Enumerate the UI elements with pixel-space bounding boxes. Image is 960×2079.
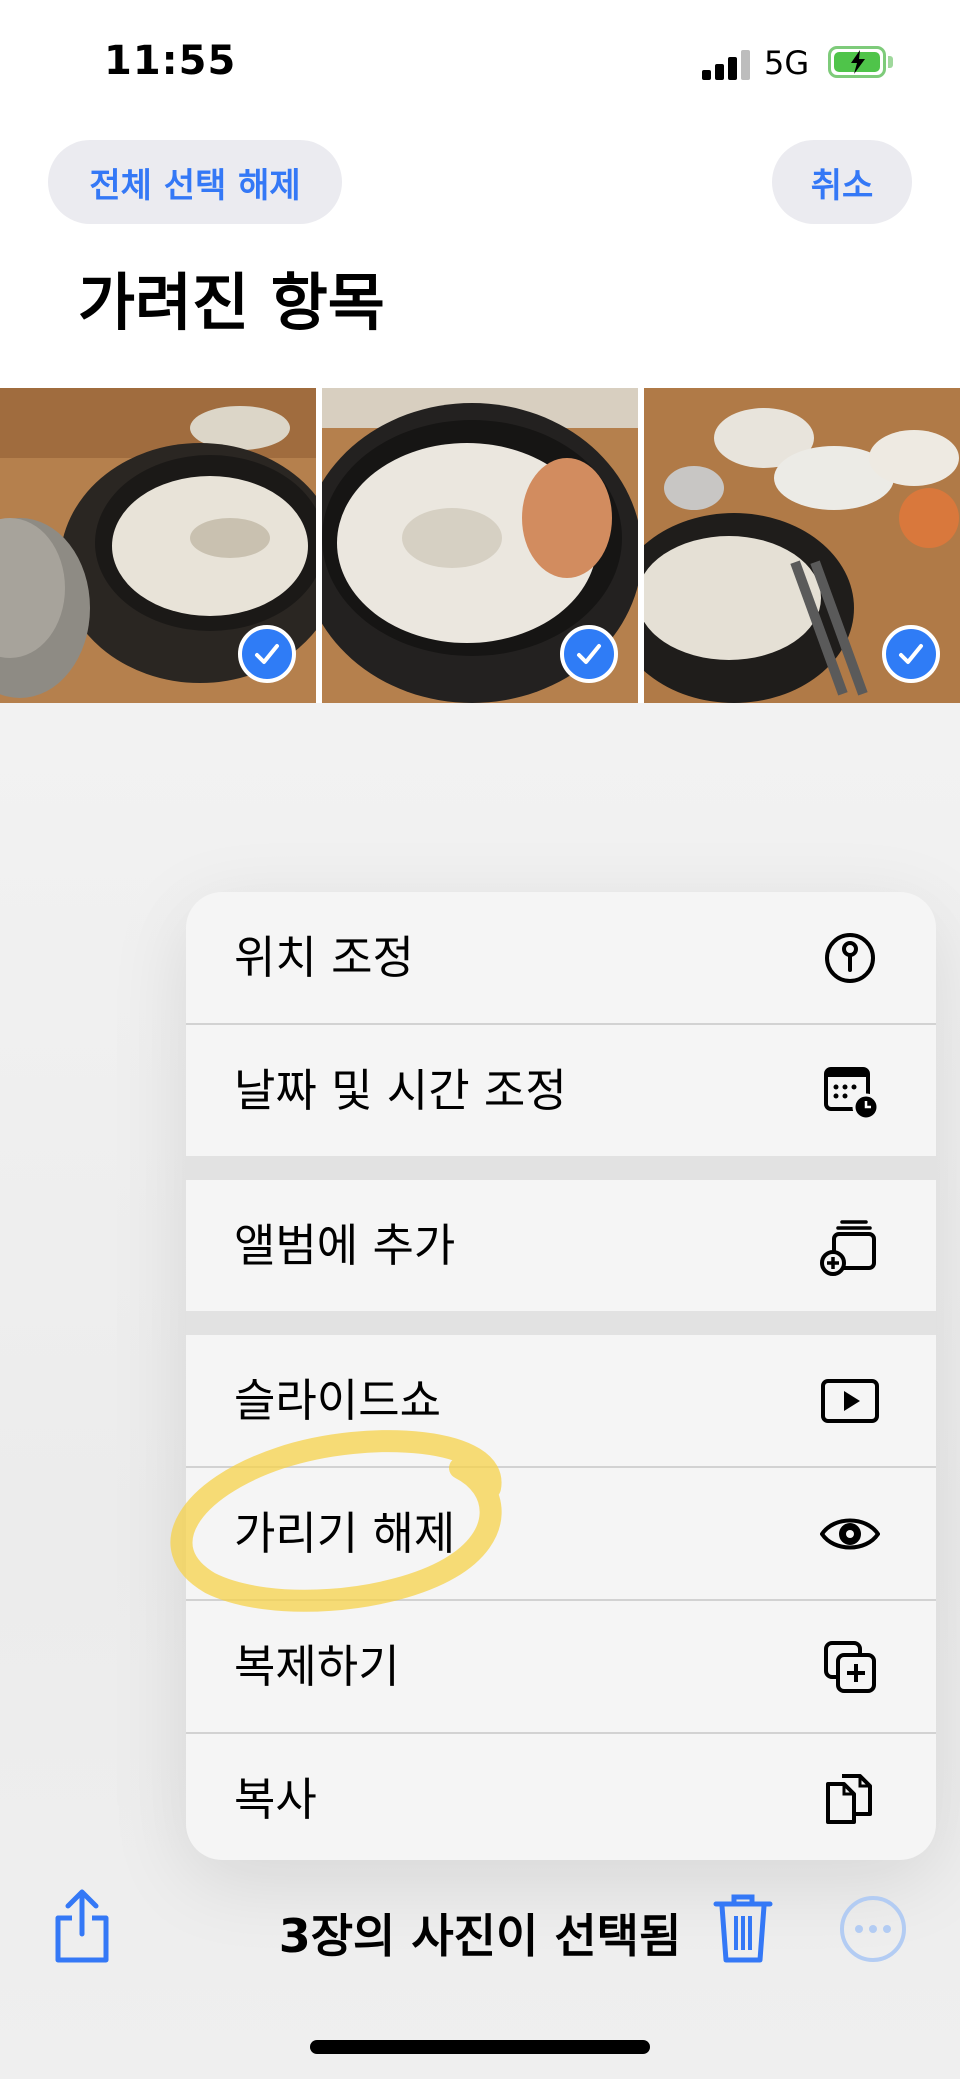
selection-count: 3장의 사진이 선택됨 bbox=[278, 1909, 682, 1963]
page-title: 가려진 항목 bbox=[78, 266, 385, 339]
network-type: 5G bbox=[764, 44, 810, 82]
battery-tip bbox=[888, 56, 893, 68]
duplicate-icon bbox=[824, 1641, 876, 1693]
play-icon bbox=[821, 1379, 879, 1423]
home-indicator bbox=[310, 2040, 650, 2054]
menu-item-label: 슬라이드쇼 bbox=[234, 1374, 442, 1427]
deselect-all-button[interactable]: 전체 선택 해제 bbox=[48, 140, 342, 224]
menu-item-adjust-date-time[interactable]: 날짜 및 시간 조정 bbox=[186, 1025, 936, 1156]
menu-item-label: 앨범에 추가 bbox=[234, 1219, 456, 1272]
location-pin-icon bbox=[825, 933, 875, 983]
calendar-clock-icon bbox=[824, 1067, 880, 1121]
menu-item-label: 복제하기 bbox=[234, 1640, 400, 1693]
context-menu: 위치 조정 날짜 및 시간 조정 앨범에 추가 슬라이드쇼 가리기 해제 복제하… bbox=[186, 892, 936, 1860]
menu-item-copy[interactable]: 복사 bbox=[186, 1734, 936, 1860]
status-time: 11:55 bbox=[104, 38, 237, 84]
photo-thumbnail[interactable] bbox=[322, 388, 638, 703]
selected-check-icon bbox=[882, 625, 940, 683]
eye-icon bbox=[820, 1518, 880, 1550]
menu-item-duplicate[interactable]: 복제하기 bbox=[186, 1601, 936, 1732]
cellular-signal-icon bbox=[702, 50, 752, 80]
photo-grid bbox=[0, 388, 960, 703]
menu-item-label: 복사 bbox=[234, 1773, 317, 1826]
menu-item-adjust-location[interactable]: 위치 조정 bbox=[186, 892, 936, 1023]
status-bar: 11:55 5G bbox=[0, 0, 960, 120]
menu-item-slideshow[interactable]: 슬라이드쇼 bbox=[186, 1335, 936, 1466]
menu-item-label: 가리기 해제 bbox=[234, 1507, 456, 1560]
menu-item-unhide[interactable]: 가리기 해제 bbox=[186, 1468, 936, 1599]
battery-icon bbox=[828, 46, 886, 78]
selected-check-icon bbox=[560, 625, 618, 683]
photo-thumbnail[interactable] bbox=[0, 388, 316, 703]
selected-check-icon bbox=[238, 625, 296, 683]
copy-icon bbox=[826, 1774, 872, 1824]
add-to-album-icon bbox=[820, 1220, 876, 1276]
more-options-icon[interactable] bbox=[840, 1896, 906, 1962]
photo-thumbnail[interactable] bbox=[644, 388, 960, 703]
menu-item-add-to-album[interactable]: 앨범에 추가 bbox=[186, 1180, 936, 1311]
trash-icon[interactable] bbox=[712, 1892, 774, 1964]
cancel-button[interactable]: 취소 bbox=[772, 140, 912, 224]
menu-item-label: 위치 조정 bbox=[234, 931, 414, 984]
menu-item-label: 날짜 및 시간 조정 bbox=[234, 1064, 567, 1117]
